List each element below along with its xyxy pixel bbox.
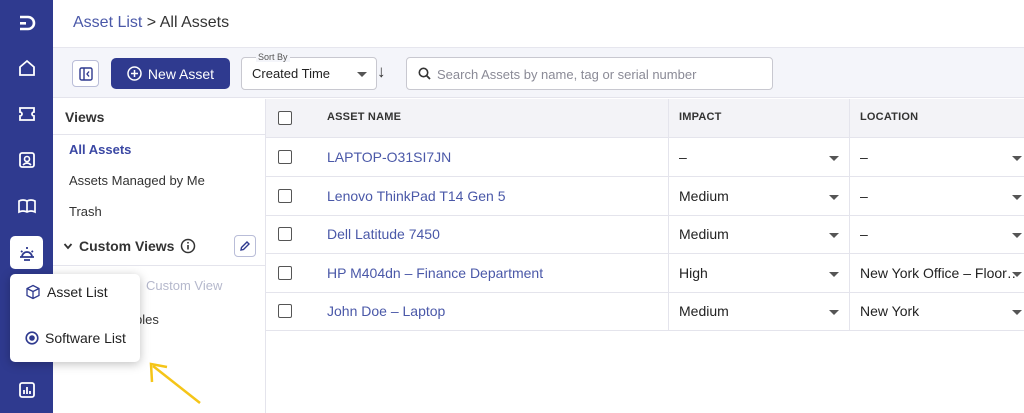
plus-circle-icon — [127, 66, 142, 81]
sort-by-value: Created Time — [252, 66, 331, 81]
column-header-asset-name[interactable]: ASSET NAME — [327, 111, 401, 123]
impact-value: High — [679, 264, 708, 281]
row-checkbox[interactable] — [278, 265, 292, 280]
asset-name-link[interactable]: LAPTOP-O31SI7JN — [327, 149, 451, 165]
view-item-managed-by-me[interactable]: Assets Managed by Me — [69, 173, 205, 188]
radio-target-icon — [25, 331, 39, 345]
custom-views-header[interactable]: Custom Views — [63, 238, 196, 254]
select-all-checkbox[interactable] — [278, 111, 292, 125]
impact-value: – — [679, 149, 687, 165]
impact-value: Medium — [679, 226, 729, 243]
create-custom-view-link[interactable]: Custom View — [146, 278, 222, 293]
table-row[interactable]: LAPTOP-O31SI7JN – – — [266, 138, 1024, 177]
view-item-all-assets[interactable]: All Assets — [69, 142, 131, 157]
main-area: Asset List > All Assets New Asset Sort B… — [53, 0, 1024, 413]
asset-name-link[interactable]: Lenovo ThinkPad T14 Gen 5 — [327, 188, 506, 204]
table-row[interactable]: John Doe – Laptop Medium New York — [266, 292, 1024, 332]
location-dropdown-icon[interactable] — [1012, 194, 1022, 200]
sidebar-toggle-button[interactable] — [72, 60, 99, 87]
location-dropdown-icon[interactable] — [1012, 310, 1022, 316]
chevron-down-icon — [357, 72, 367, 77]
table-header: ASSET NAME IMPACT LOCATION — [266, 99, 1024, 138]
breadcrumb-parent-link[interactable]: Asset List — [73, 14, 142, 31]
impact-value: Medium — [679, 303, 729, 320]
breadcrumb: Asset List > All Assets — [73, 14, 229, 32]
cube-icon — [26, 284, 40, 300]
column-header-impact[interactable]: IMPACT — [679, 111, 722, 123]
asset-type-menu: Asset List Software List — [10, 274, 140, 362]
impact-value: Medium — [679, 187, 729, 204]
row-checkbox[interactable] — [278, 304, 292, 319]
breadcrumb-separator: > — [142, 14, 160, 31]
pointer-arrow-icon — [149, 362, 201, 404]
search-icon — [418, 67, 431, 80]
divider — [53, 134, 266, 135]
impact-dropdown-icon[interactable] — [829, 310, 839, 316]
custom-views-title: Custom Views — [79, 238, 175, 254]
location-value: – — [860, 149, 868, 165]
sort-direction-button[interactable]: ↓ — [377, 62, 386, 82]
divider — [53, 265, 266, 266]
breadcrumb-current: All Assets — [159, 14, 230, 31]
views-title: Views — [65, 109, 105, 125]
location-value: – — [860, 187, 868, 204]
contact-card-icon[interactable] — [10, 143, 43, 176]
row-checkbox[interactable] — [278, 227, 292, 242]
sidebar-collapse-icon — [78, 66, 93, 81]
asset-name-link[interactable]: Dell Latitude 7450 — [327, 226, 440, 242]
chevron-down-icon — [63, 243, 73, 250]
menu-item-asset-list[interactable]: Asset List — [25, 284, 108, 300]
info-icon[interactable] — [180, 238, 196, 254]
location-value: – — [860, 226, 868, 243]
knowledge-book-icon[interactable] — [10, 189, 43, 222]
search-box — [406, 57, 773, 90]
impact-dropdown-icon[interactable] — [829, 194, 839, 200]
assets-table: ASSET NAME IMPACT LOCATION LAPTOP-O31SI7… — [266, 99, 1024, 413]
location-value: New York Office – Floor… — [860, 264, 1015, 281]
asset-name-link[interactable]: John Doe – Laptop — [327, 303, 445, 319]
menu-item-label: Software List — [45, 330, 126, 346]
menu-item-software-list[interactable]: Software List — [25, 330, 126, 346]
menu-item-label: Asset List — [47, 284, 108, 300]
assets-icon[interactable] — [10, 236, 43, 269]
location-value: New York — [860, 303, 920, 320]
location-dropdown-icon[interactable] — [1012, 156, 1022, 161]
reports-chart-icon[interactable] — [10, 373, 43, 406]
table-row[interactable]: HP M404dn – Finance Department High New Yo… — [266, 254, 1024, 293]
row-checkbox[interactable] — [278, 150, 292, 164]
search-input[interactable] — [437, 64, 767, 84]
location-dropdown-icon[interactable] — [1012, 271, 1022, 277]
table-row[interactable]: Dell Latitude 7450 Medium – — [266, 215, 1024, 255]
new-asset-label: New Asset — [147, 65, 215, 82]
home-icon[interactable] — [10, 51, 43, 84]
impact-dropdown-icon[interactable] — [829, 156, 839, 161]
ticket-icon[interactable] — [10, 97, 43, 130]
pencil-icon — [240, 241, 250, 251]
location-dropdown-icon[interactable] — [1012, 233, 1022, 239]
sort-by-select[interactable]: Sort By Created Time — [241, 52, 377, 90]
view-item-trash[interactable]: Trash — [69, 204, 102, 219]
toolbar: New Asset Sort By Created Time ↓ — [53, 48, 1024, 98]
row-checkbox[interactable] — [278, 188, 292, 203]
table-row[interactable]: Lenovo ThinkPad T14 Gen 5 Medium – — [266, 177, 1024, 216]
impact-dropdown-icon[interactable] — [829, 233, 839, 239]
sort-by-label: Sort By — [256, 52, 290, 62]
top-bar: Asset List > All Assets — [53, 0, 1024, 48]
impact-dropdown-icon[interactable] — [829, 271, 839, 277]
new-asset-button[interactable]: New Asset — [111, 58, 230, 89]
app-logo-icon[interactable] — [10, 6, 43, 39]
column-header-location[interactable]: LOCATION — [860, 111, 918, 123]
asset-name-link[interactable]: HP M404dn – Finance Department — [327, 265, 543, 281]
edit-custom-views-button[interactable] — [234, 235, 256, 257]
